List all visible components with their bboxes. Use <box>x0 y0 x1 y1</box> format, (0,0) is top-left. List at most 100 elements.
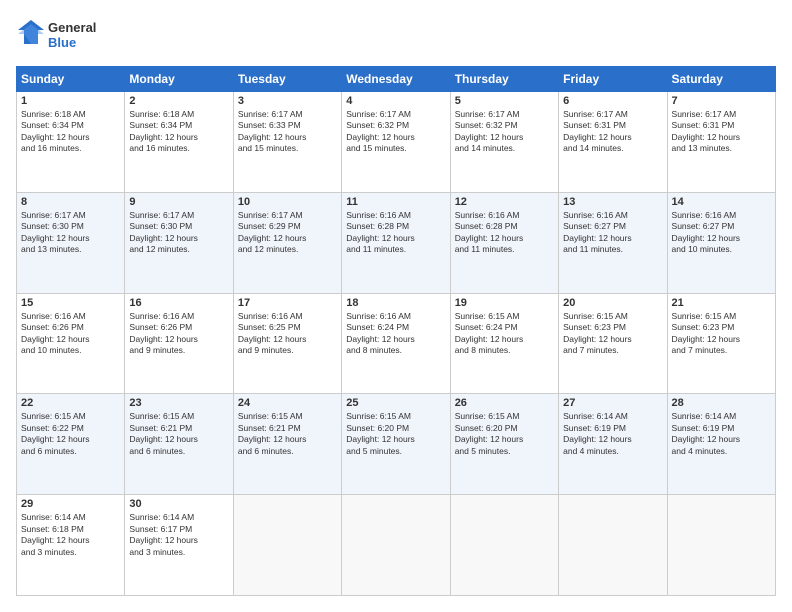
day-info: Sunrise: 6:14 AMSunset: 6:17 PMDaylight:… <box>129 512 228 558</box>
day-number: 19 <box>455 297 554 309</box>
header-row: SundayMondayTuesdayWednesdayThursdayFrid… <box>17 67 776 92</box>
calendar-cell: 18 Sunrise: 6:16 AMSunset: 6:24 PMDayligh… <box>342 293 450 394</box>
day-number: 12 <box>455 196 554 208</box>
col-header-wednesday: Wednesday <box>342 67 450 92</box>
day-number: 5 <box>455 95 554 107</box>
calendar-cell: 30 Sunrise: 6:14 AMSunset: 6:17 PMDayligh… <box>125 495 233 596</box>
calendar-cell: 9 Sunrise: 6:17 AMSunset: 6:30 PMDaylight… <box>125 192 233 293</box>
calendar-cell: 21 Sunrise: 6:15 AMSunset: 6:23 PMDayligh… <box>667 293 775 394</box>
day-info: Sunrise: 6:15 AMSunset: 6:23 PMDaylight:… <box>672 311 771 357</box>
calendar-cell: 7 Sunrise: 6:17 AMSunset: 6:31 PMDaylight… <box>667 92 775 193</box>
logo: General Blue <box>16 16 106 56</box>
day-number: 22 <box>21 397 120 409</box>
svg-text:Blue: Blue <box>48 35 76 50</box>
calendar-week-5: 29Sunrise: 6:14 AMSunset: 6:18 PMDayligh… <box>17 495 776 596</box>
day-number: 28 <box>672 397 771 409</box>
calendar-cell <box>233 495 341 596</box>
calendar-cell <box>450 495 558 596</box>
header: General Blue <box>16 16 776 56</box>
day-number: 4 <box>346 95 445 107</box>
calendar-week-4: 22 Sunrise: 6:15 AMSunset: 6:22 PMDayligh… <box>17 394 776 495</box>
page: General Blue SundayMondayTuesdayWednesda… <box>0 0 792 612</box>
day-info: Sunrise: 6:16 AMSunset: 6:26 PMDaylight:… <box>129 311 228 357</box>
calendar-cell: 25 Sunrise: 6:15 AMSunset: 6:20 PMDayligh… <box>342 394 450 495</box>
day-info: Sunrise: 6:15 AMSunset: 6:20 PMDaylight:… <box>346 411 445 457</box>
logo-svg: General Blue <box>16 16 106 56</box>
day-info: Sunrise: 6:16 AMSunset: 6:24 PMDaylight:… <box>346 311 445 357</box>
day-info: Sunrise: 6:17 AMSunset: 6:31 PMDaylight:… <box>563 109 662 155</box>
calendar-cell: 13Sunrise: 6:16 AMSunset: 6:27 PMDayligh… <box>559 192 667 293</box>
day-info: Sunrise: 6:15 AMSunset: 6:20 PMDaylight:… <box>455 411 554 457</box>
day-info: Sunrise: 6:17 AMSunset: 6:29 PMDaylight:… <box>238 210 337 256</box>
day-number: 7 <box>672 95 771 107</box>
day-info: Sunrise: 6:15 AMSunset: 6:21 PMDaylight:… <box>129 411 228 457</box>
calendar-cell: 28 Sunrise: 6:14 AMSunset: 6:19 PMDayligh… <box>667 394 775 495</box>
day-number: 8 <box>21 196 120 208</box>
day-number: 30 <box>129 498 228 510</box>
col-header-sunday: Sunday <box>17 67 125 92</box>
day-info: Sunrise: 6:16 AMSunset: 6:28 PMDaylight:… <box>455 210 554 256</box>
calendar-cell: 5Sunrise: 6:17 AMSunset: 6:32 PMDaylight… <box>450 92 558 193</box>
day-number: 10 <box>238 196 337 208</box>
calendar-cell: 19 Sunrise: 6:15 AMSunset: 6:24 PMDayligh… <box>450 293 558 394</box>
calendar-cell <box>667 495 775 596</box>
calendar-week-2: 8 Sunrise: 6:17 AMSunset: 6:30 PMDaylight… <box>17 192 776 293</box>
day-info: Sunrise: 6:15 AMSunset: 6:21 PMDaylight:… <box>238 411 337 457</box>
col-header-friday: Friday <box>559 67 667 92</box>
calendar-cell: 24 Sunrise: 6:15 AMSunset: 6:21 PMDayligh… <box>233 394 341 495</box>
calendar-week-1: 1 Sunrise: 6:18 AMSunset: 6:34 PMDaylight… <box>17 92 776 193</box>
day-number: 27 <box>563 397 662 409</box>
calendar-cell: 12 Sunrise: 6:16 AMSunset: 6:28 PMDayligh… <box>450 192 558 293</box>
calendar-cell <box>559 495 667 596</box>
day-info: Sunrise: 6:15 AMSunset: 6:24 PMDaylight:… <box>455 311 554 357</box>
day-info: Sunrise: 6:18 AMSunset: 6:34 PMDaylight:… <box>129 109 228 155</box>
calendar-cell: 8 Sunrise: 6:17 AMSunset: 6:30 PMDaylight… <box>17 192 125 293</box>
calendar-cell: 20 Sunrise: 6:15 AMSunset: 6:23 PMDayligh… <box>559 293 667 394</box>
day-info: Sunrise: 6:17 AMSunset: 6:31 PMDaylight:… <box>672 109 771 155</box>
day-number: 23 <box>129 397 228 409</box>
day-info: Sunrise: 6:16 AMSunset: 6:26 PMDaylight:… <box>21 311 120 357</box>
day-number: 11 <box>346 196 445 208</box>
calendar-cell: 16Sunrise: 6:16 AMSunset: 6:26 PMDayligh… <box>125 293 233 394</box>
calendar-cell: 1 Sunrise: 6:18 AMSunset: 6:34 PMDaylight… <box>17 92 125 193</box>
day-info: Sunrise: 6:18 AMSunset: 6:34 PMDaylight:… <box>21 109 120 155</box>
day-number: 1 <box>21 95 120 107</box>
calendar-week-3: 15Sunrise: 6:16 AMSunset: 6:26 PMDayligh… <box>17 293 776 394</box>
calendar-cell: 14Sunrise: 6:16 AMSunset: 6:27 PMDayligh… <box>667 192 775 293</box>
col-header-tuesday: Tuesday <box>233 67 341 92</box>
calendar-cell: 17Sunrise: 6:16 AMSunset: 6:25 PMDayligh… <box>233 293 341 394</box>
day-info: Sunrise: 6:15 AMSunset: 6:22 PMDaylight:… <box>21 411 120 457</box>
calendar-cell: 10 Sunrise: 6:17 AMSunset: 6:29 PMDayligh… <box>233 192 341 293</box>
day-number: 24 <box>238 397 337 409</box>
day-number: 18 <box>346 297 445 309</box>
day-number: 2 <box>129 95 228 107</box>
day-number: 20 <box>563 297 662 309</box>
day-info: Sunrise: 6:17 AMSunset: 6:33 PMDaylight:… <box>238 109 337 155</box>
day-info: Sunrise: 6:17 AMSunset: 6:30 PMDaylight:… <box>129 210 228 256</box>
calendar-cell: 2 Sunrise: 6:18 AMSunset: 6:34 PMDaylight… <box>125 92 233 193</box>
day-number: 26 <box>455 397 554 409</box>
day-info: Sunrise: 6:14 AMSunset: 6:19 PMDaylight:… <box>563 411 662 457</box>
day-number: 29 <box>21 498 120 510</box>
day-number: 6 <box>563 95 662 107</box>
svg-text:General: General <box>48 20 96 35</box>
day-number: 3 <box>238 95 337 107</box>
day-number: 25 <box>346 397 445 409</box>
day-info: Sunrise: 6:16 AMSunset: 6:27 PMDaylight:… <box>563 210 662 256</box>
day-number: 9 <box>129 196 228 208</box>
day-number: 14 <box>672 196 771 208</box>
day-info: Sunrise: 6:16 AMSunset: 6:28 PMDaylight:… <box>346 210 445 256</box>
calendar-cell <box>342 495 450 596</box>
calendar-cell: 27 Sunrise: 6:14 AMSunset: 6:19 PMDayligh… <box>559 394 667 495</box>
calendar-cell: 23 Sunrise: 6:15 AMSunset: 6:21 PMDayligh… <box>125 394 233 495</box>
day-info: Sunrise: 6:17 AMSunset: 6:30 PMDaylight:… <box>21 210 120 256</box>
col-header-thursday: Thursday <box>450 67 558 92</box>
calendar-cell: 11 Sunrise: 6:16 AMSunset: 6:28 PMDayligh… <box>342 192 450 293</box>
day-info: Sunrise: 6:14 AMSunset: 6:19 PMDaylight:… <box>672 411 771 457</box>
day-info: Sunrise: 6:17 AMSunset: 6:32 PMDaylight:… <box>346 109 445 155</box>
calendar-cell: 6 Sunrise: 6:17 AMSunset: 6:31 PMDaylight… <box>559 92 667 193</box>
day-number: 21 <box>672 297 771 309</box>
col-header-saturday: Saturday <box>667 67 775 92</box>
calendar-cell: 22 Sunrise: 6:15 AMSunset: 6:22 PMDayligh… <box>17 394 125 495</box>
day-info: Sunrise: 6:15 AMSunset: 6:23 PMDaylight:… <box>563 311 662 357</box>
